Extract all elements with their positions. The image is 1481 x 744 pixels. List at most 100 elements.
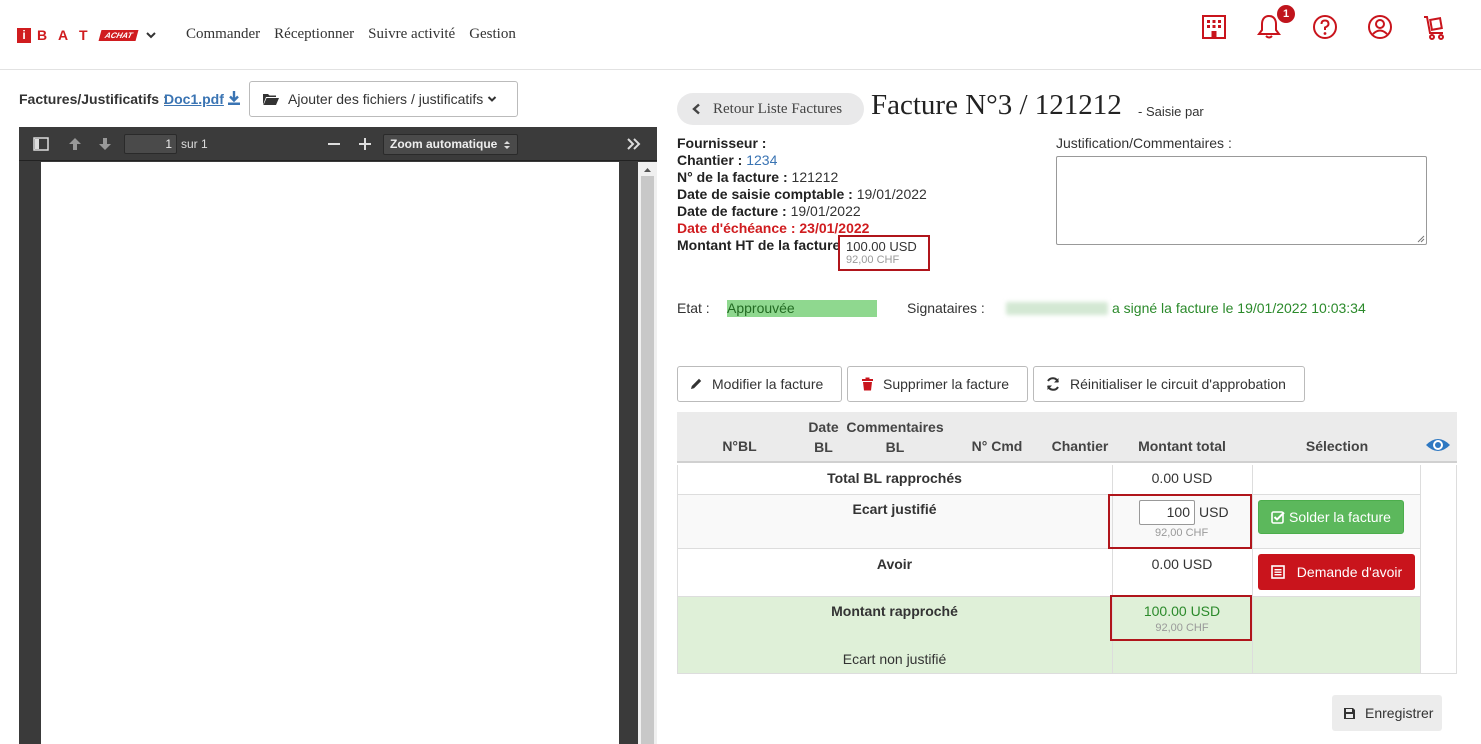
pdf-scrollbar[interactable] xyxy=(638,162,657,744)
add-files-button[interactable]: Ajouter des fichiers / justificatifs xyxy=(249,81,518,117)
table-header: N°BL Date BL Commentaires BL N° Cmd Chan… xyxy=(677,412,1457,463)
signataires-label: Signataires : xyxy=(907,300,985,316)
folder-open-icon xyxy=(263,94,279,105)
nav-commander[interactable]: Commander xyxy=(186,26,260,43)
avoir-value: 0.00 USD xyxy=(1151,556,1213,572)
etat-label: Etat : xyxy=(677,300,710,316)
bl-table: N°BL Date BL Commentaires BL N° Cmd Chan… xyxy=(677,412,1457,674)
main-nav: Commander Réceptionner Suivre activité G… xyxy=(186,26,516,43)
resize-handle-icon[interactable] xyxy=(1417,235,1425,243)
pencil-icon xyxy=(691,378,702,389)
zoom-out-icon[interactable] xyxy=(325,135,343,153)
montant-value: 100.00 USD xyxy=(846,239,917,254)
divider xyxy=(677,465,678,674)
top-navbar: i B A T ACHAT Commander Réceptionner Sui… xyxy=(0,0,1481,70)
signataire-name-redacted xyxy=(1006,302,1108,315)
divider xyxy=(677,548,1421,549)
divider xyxy=(1252,465,1253,674)
page-number-input[interactable]: 1 xyxy=(124,134,177,154)
date-row: Date de facture : 19/01/2022 xyxy=(677,203,861,219)
save-button[interactable]: Enregistrer xyxy=(1332,695,1442,731)
col-chantier[interactable]: Chantier xyxy=(1045,436,1115,456)
eye-icon[interactable] xyxy=(1425,436,1451,454)
delivery-cart-icon[interactable] xyxy=(1421,13,1449,41)
scrollbar-thumb[interactable] xyxy=(641,176,654,744)
chevron-down-icon[interactable] xyxy=(145,29,157,41)
signataires-text: a signé la facture le 19/01/2022 10:03:3… xyxy=(1112,300,1366,316)
floppy-disk-icon xyxy=(1344,707,1355,719)
ecart-highlight-box xyxy=(1108,494,1252,549)
notification-badge: 1 xyxy=(1277,5,1295,23)
modify-invoice-button[interactable]: Modifier la facture xyxy=(677,366,842,402)
document-link[interactable]: Doc1.pdf xyxy=(164,91,224,107)
rapproche-highlight-box xyxy=(1110,595,1252,641)
demande-avoir-button[interactable]: Demande d'avoir xyxy=(1258,554,1415,590)
total-bl-value: 0.00 USD xyxy=(1151,470,1213,486)
col-comment-bl[interactable]: Commentaires BL xyxy=(845,417,945,457)
list-alt-icon xyxy=(1270,565,1285,579)
chantier-link[interactable]: 1234 xyxy=(746,152,777,168)
page-count: sur 1 xyxy=(181,137,208,151)
chevron-down-icon xyxy=(488,96,497,102)
avoir-label: Avoir xyxy=(876,556,913,572)
chevron-left-icon xyxy=(692,103,700,115)
scroll-up-icon[interactable] xyxy=(638,164,657,176)
zoom-select[interactable]: Zoom automatique xyxy=(383,134,518,155)
add-files-label: Ajouter des fichiers / justificatifs xyxy=(288,91,484,107)
solder-facture-button[interactable]: Solder la facture xyxy=(1258,500,1404,534)
col-nbl[interactable]: N°BL xyxy=(707,436,772,456)
col-selection[interactable]: Sélection xyxy=(1272,436,1402,456)
table-row: Avoir 0.00 USD Demande d'avoir xyxy=(677,548,1421,596)
col-ncmd[interactable]: N° Cmd xyxy=(962,436,1032,456)
help-icon[interactable] xyxy=(1311,13,1339,41)
trash-icon xyxy=(862,377,873,391)
numero-row: N° de la facture : 121212 xyxy=(677,169,839,185)
col-date-bl[interactable]: Date BL xyxy=(796,417,851,457)
logo-badge: ACHAT xyxy=(98,29,139,41)
fournisseur-row: Fournisseur : xyxy=(677,135,767,151)
delete-invoice-button[interactable]: Supprimer la facture xyxy=(847,366,1028,402)
montant-rapproche-label: Montant rapproché xyxy=(831,603,958,619)
logo-letter: B xyxy=(37,27,48,43)
logo-letter: A xyxy=(58,27,69,43)
nav-suivre-activite[interactable]: Suivre activité xyxy=(368,26,455,43)
table-row: Total BL rapprochés 0.00 USD xyxy=(677,465,1421,494)
nav-gestion[interactable]: Gestion xyxy=(469,26,516,43)
reset-approval-button[interactable]: Réinitialiser le circuit d'approbation xyxy=(1033,366,1305,402)
chantier-row: Chantier : 1234 xyxy=(677,152,778,168)
ecart-non-justifie-label: Ecart non justifié xyxy=(842,651,947,667)
nav-receptionner[interactable]: Réceptionner xyxy=(274,26,354,43)
divider xyxy=(1456,465,1457,674)
zoom-in-icon[interactable] xyxy=(356,135,374,153)
table-row: Montant rapproché 100.00 USD 92,00 CHF E… xyxy=(677,596,1421,674)
col-montant-total[interactable]: Montant total xyxy=(1117,436,1247,456)
download-icon[interactable] xyxy=(226,90,242,106)
montant-chf: 92,00 CHF xyxy=(846,254,900,266)
ecart-justifie-label: Ecart justifié xyxy=(852,501,937,517)
back-label: Retour Liste Factures xyxy=(713,100,843,117)
total-bl-label: Total BL rapprochés xyxy=(827,470,962,486)
user-icon[interactable] xyxy=(1366,13,1394,41)
arrow-down-icon[interactable] xyxy=(96,135,114,153)
ibat-logo[interactable]: i B A T ACHAT xyxy=(17,27,157,43)
pdf-toolbar: 1 sur 1 Zoom automatique xyxy=(19,127,657,161)
refresh-icon xyxy=(1047,377,1059,391)
invoice-title: Facture N°3 / 121212 xyxy=(871,89,1122,121)
building-icon[interactable] xyxy=(1200,12,1228,40)
documents-label: Factures/Justificatifs : xyxy=(19,91,167,107)
arrow-up-icon[interactable] xyxy=(66,135,84,153)
sidebar-toggle-icon[interactable] xyxy=(32,135,50,153)
pdf-viewer: 1 sur 1 Zoom automatique xyxy=(19,127,657,744)
logo-letter: T xyxy=(79,27,88,43)
comment-textarea[interactable] xyxy=(1056,156,1427,245)
double-chevron-right-icon[interactable] xyxy=(625,135,643,153)
divider xyxy=(1420,465,1421,674)
logo-i: i xyxy=(17,27,31,43)
divider xyxy=(677,673,1457,674)
montant-box: 100.00 USD 92,00 CHF xyxy=(838,235,930,271)
etat-status-badge: Approuvée xyxy=(727,300,877,317)
select-arrows-icon xyxy=(504,141,510,149)
back-to-invoices-button[interactable]: Retour Liste Factures xyxy=(677,93,864,125)
divider xyxy=(677,494,1421,495)
zoom-value: Zoom automatique xyxy=(390,137,498,151)
